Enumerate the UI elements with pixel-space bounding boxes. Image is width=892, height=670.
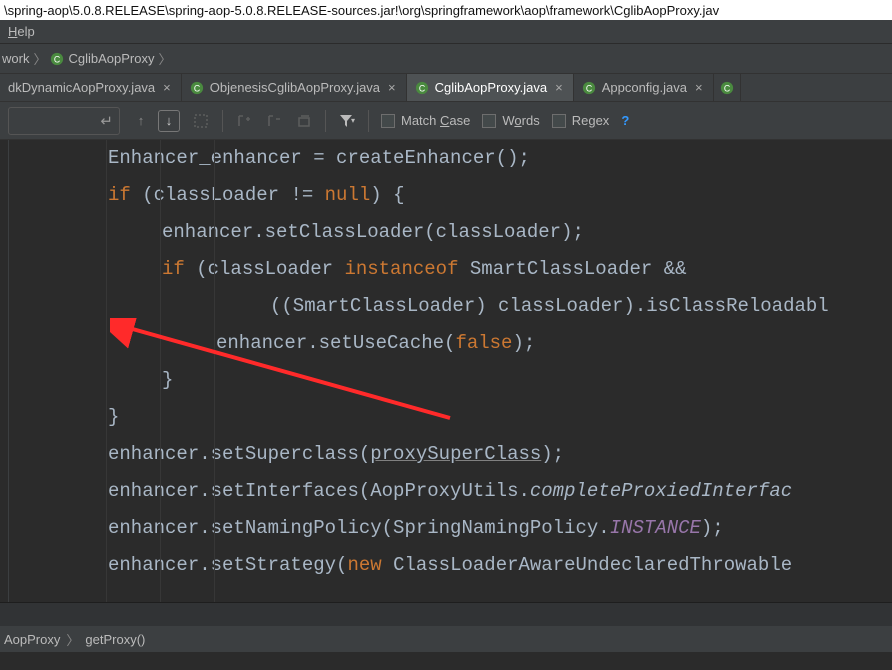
add-selection-icon[interactable] [235,112,253,130]
svg-text:C: C [723,83,729,93]
window-path-bar: \spring-aop\5.0.8.RELEASE\spring-aop-5.0… [0,0,892,20]
bottom-strip [0,602,892,626]
breadcrumb-sep: 〉 [33,49,46,68]
gutter-divider [8,140,9,602]
remove-selection-icon[interactable] [265,112,283,130]
breadcrumb-sep: 〉 [66,630,79,649]
regex-checkbox[interactable]: Regex [552,113,610,128]
checkbox-icon [552,114,566,128]
tab-appconfig[interactable]: C Appconfig.java × [574,74,714,101]
nav-arrows: ↑ ↓ [132,110,180,132]
help-icon[interactable]: ? [621,113,629,128]
editor-tabs: dkDynamicAopProxy.java × C ObjenesisCgli… [0,74,892,102]
arrow-down-button[interactable]: ↓ [158,110,180,132]
code-line: ((SmartClassLoader) classLoader).isClass… [32,288,892,325]
separator [222,110,223,132]
path-text: \spring-aop\5.0.8.RELEASE\spring-aop-5.0… [4,3,719,18]
checkbox-icon [381,114,395,128]
code-line: if (classLoader instanceof SmartClassLoa… [32,251,892,288]
tab-overflow[interactable]: C [714,74,741,101]
code-editor[interactable]: Enhancer_enhancer = createEnhancer(); if… [0,140,892,602]
enter-arrow-icon: ↵ [100,112,113,130]
tab-cglib[interactable]: C CglibAopProxy.java × [407,74,574,101]
class-lock-icon: C [415,81,429,95]
code-line: enhancer.setSuperclass(proxySuperClass); [32,436,892,473]
structure-breadcrumb: AopProxy 〉 getProxy() [0,626,892,652]
tab-label: CglibAopProxy.java [435,80,547,95]
separator [325,110,326,132]
menu-help[interactable]: Help [2,22,41,41]
find-history-button[interactable]: ↵ [8,107,120,135]
select-all-occurrences-icon[interactable] [295,112,313,130]
separator [368,110,369,132]
code-line: enhancer.setInterfaces(AopProxyUtils.com… [32,473,892,510]
indent-guide [106,140,107,602]
close-icon[interactable]: × [693,80,705,95]
svg-text:C: C [54,54,60,64]
svg-text:C: C [418,83,424,93]
structure-crumb-class[interactable]: AopProxy [4,632,60,647]
code-line: enhancer.setUseCache(false); [32,325,892,362]
tab-label: Appconfig.java [602,80,687,95]
breadcrumb-bar: work 〉 C CglibAopProxy 〉 [0,44,892,74]
select-all-icon[interactable] [192,112,210,130]
svg-text:C: C [586,83,592,93]
class-icon: C [720,81,734,95]
svg-text:C: C [194,83,200,93]
code-line: enhancer.setNamingPolicy(SpringNamingPol… [32,510,892,547]
code-line: enhancer.setStrategy(new ClassLoaderAwar… [32,547,892,584]
close-icon[interactable]: × [553,80,565,95]
close-icon[interactable]: × [161,80,173,95]
code-line: Enhancer_enhancer = createEnhancer(); [32,140,892,177]
close-icon[interactable]: × [386,80,398,95]
main-menu-bar: Help [0,20,892,44]
indent-guide [160,140,161,602]
structure-crumb-method[interactable]: getProxy() [85,632,145,647]
breadcrumb-label: work [2,51,29,66]
class-lock-icon: C [190,81,204,95]
indent-guide [214,140,215,602]
filter-icon[interactable]: ▾ [338,112,356,130]
breadcrumb-label: CglibAopProxy [68,51,154,66]
tab-objenesis[interactable]: C ObjenesisCglibAopProxy.java × [182,74,407,101]
class-icon: C [50,52,64,66]
breadcrumb-sep: 〉 [158,49,171,68]
code-line: } [32,399,892,436]
words-checkbox[interactable]: Words [482,113,539,128]
class-icon: C [582,81,596,95]
breadcrumb-item-work[interactable]: work [2,51,29,66]
checkbox-label: Regex [572,113,610,128]
checkbox-icon [482,114,496,128]
code-line: } [32,362,892,399]
tab-label: ObjenesisCglibAopProxy.java [210,80,380,95]
tab-label: dkDynamicAopProxy.java [8,80,155,95]
checkbox-label: Words [502,113,539,128]
checkbox-label: Match Case [401,113,470,128]
find-toolbar: ↵ ↑ ↓ ▾ Match Case Words Regex ? [0,102,892,140]
arrow-up-icon[interactable]: ↑ [132,112,150,130]
code-line: enhancer.setClassLoader(classLoader); [32,214,892,251]
tab-jdkdynamic[interactable]: dkDynamicAopProxy.java × [0,74,182,101]
breadcrumb-item-class[interactable]: C CglibAopProxy [50,51,154,66]
code-line: if (classLoader != null) { [32,177,892,214]
match-case-checkbox[interactable]: Match Case [381,113,470,128]
